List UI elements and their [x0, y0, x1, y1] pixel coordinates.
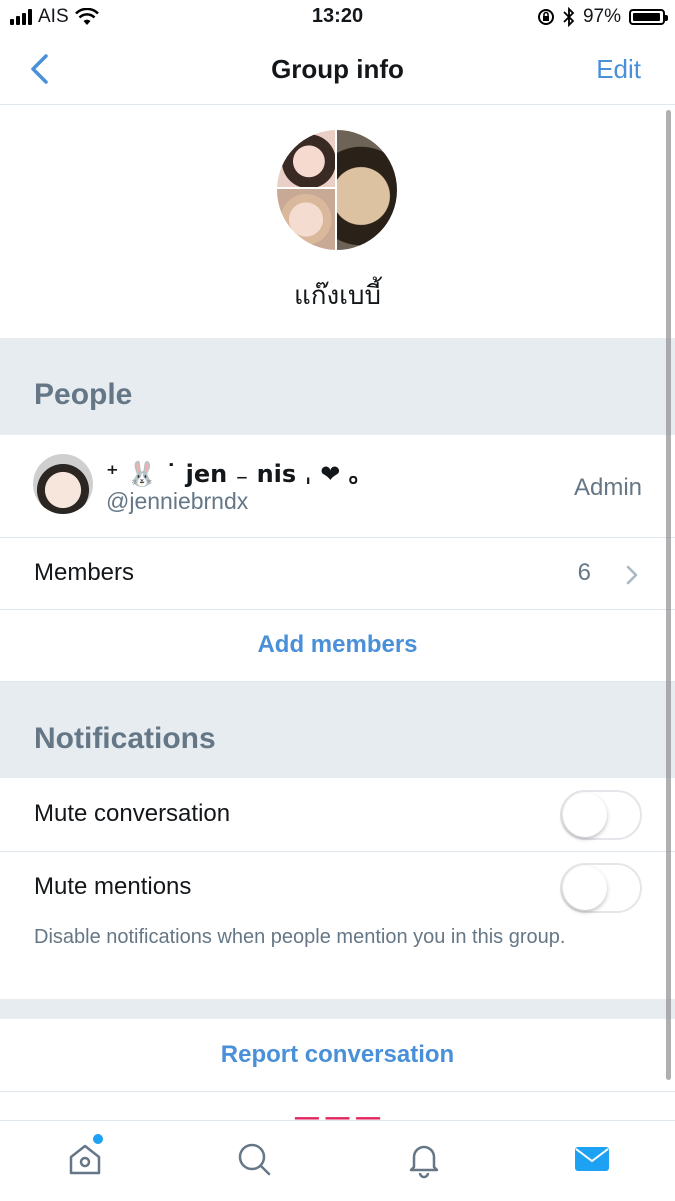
- tab-bar: [0, 1120, 675, 1201]
- avatar: [33, 454, 93, 514]
- section-title: People: [34, 378, 133, 411]
- report-row[interactable]: Report conversation: [0, 1020, 675, 1092]
- leave-conversation-text: — — —: [0, 1112, 675, 1120]
- mute-conversation-row: Mute conversation: [0, 779, 675, 852]
- group-name[interactable]: แก๊งเบบี้: [0, 275, 675, 316]
- group-header: แก๊งเบบี้: [0, 105, 675, 338]
- admin-role-label: Admin: [573, 474, 642, 501]
- members-label: Members: [34, 559, 135, 586]
- tab-search[interactable]: [234, 1139, 274, 1179]
- tab-notifications[interactable]: [404, 1139, 444, 1179]
- admin-handle: @jenniebrndx: [106, 488, 249, 514]
- status-right: 97%: [537, 6, 668, 28]
- mute-conversation-label: Mute conversation: [34, 800, 231, 827]
- members-count: 6: [577, 559, 591, 586]
- edit-button[interactable]: Edit: [596, 54, 641, 85]
- mail-icon: [575, 1147, 609, 1171]
- mute-mentions-toggle[interactable]: [560, 863, 642, 913]
- chevron-right-icon: [626, 565, 638, 585]
- admin-display-name: ⁺ 🐰 ˙ jen ₋ nis ˌ ❤︎ ｡: [106, 460, 361, 488]
- page-title: Group info: [271, 54, 404, 84]
- tab-messages[interactable]: [572, 1139, 612, 1179]
- notification-dot: [93, 1134, 103, 1144]
- home-icon: [69, 1144, 101, 1175]
- status-bar: AIS 13:20 97%: [0, 0, 675, 36]
- tab-home[interactable]: [65, 1139, 105, 1179]
- search-icon: [238, 1143, 271, 1176]
- avatar-photo: [337, 130, 397, 250]
- report-conversation-button[interactable]: Report conversation: [0, 1041, 675, 1069]
- toggle-knob: [563, 866, 607, 910]
- leave-conversation-peek: — — —: [0, 1112, 675, 1120]
- battery-label: 97%: [582, 6, 621, 27]
- add-members-row[interactable]: Add members: [0, 610, 675, 682]
- group-avatar[interactable]: [277, 130, 397, 250]
- mute-conversation-toggle[interactable]: [560, 790, 642, 840]
- notifications-section-header: Notifications: [0, 682, 675, 778]
- section-title: Notifications: [34, 722, 216, 755]
- mute-mentions-row: Mute mentions Disable notifications when…: [0, 852, 675, 999]
- admin-row[interactable]: ⁺ 🐰 ˙ jen ₋ nis ˌ ❤︎ ｡ @jenniebrndx Admi…: [0, 436, 675, 538]
- toggle-knob: [563, 793, 607, 837]
- avatar-photo: [277, 189, 335, 250]
- bell-icon: [409, 1145, 439, 1179]
- people-section-header: People: [0, 338, 675, 435]
- add-members-button[interactable]: Add members: [0, 631, 675, 659]
- battery-icon: [629, 9, 668, 25]
- orientation-lock-icon: [537, 9, 554, 25]
- bluetooth-icon: [563, 7, 575, 27]
- mute-mentions-help: Disable notifications when people mentio…: [34, 926, 566, 948]
- avatar-photo: [277, 130, 335, 187]
- scrollbar[interactable]: [666, 110, 671, 1080]
- members-row[interactable]: Members 6: [0, 538, 675, 610]
- mute-mentions-label: Mute mentions: [34, 873, 192, 900]
- section-spacer: [0, 999, 675, 1019]
- nav-bar: Group info Edit: [0, 36, 675, 105]
